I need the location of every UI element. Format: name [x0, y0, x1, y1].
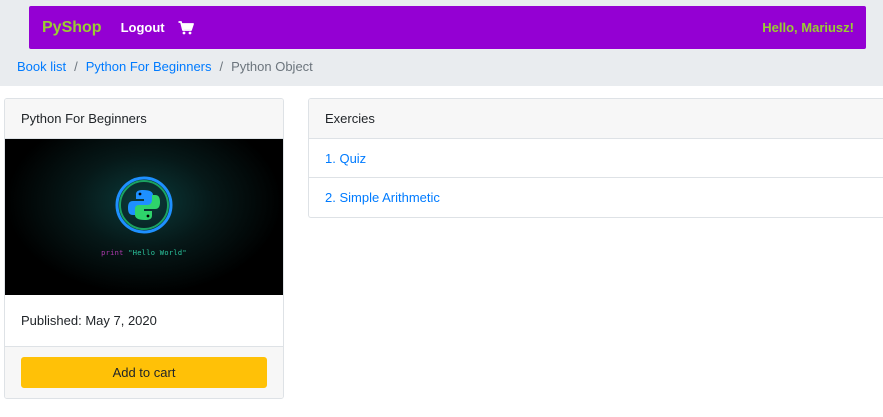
book-cover-image: print "Hello World" [5, 139, 283, 295]
exercise-link-simple-arithmetic[interactable]: 2. Simple Arithmetic [325, 190, 440, 205]
cover-code-text: print "Hello World" [5, 249, 283, 257]
logout-link[interactable]: Logout [121, 20, 165, 35]
list-item: 2. Simple Arithmetic [309, 178, 883, 217]
book-card: Python For Beginners print "Hello World"… [4, 98, 284, 399]
cover-code-string: "Hello World" [128, 249, 187, 257]
breadcrumb: Book list / Python For Beginners / Pytho… [17, 59, 313, 74]
breadcrumb-book[interactable]: Python For Beginners [86, 59, 212, 74]
exercises-card: Exercies 1. Quiz 2. Simple Arithmetic [308, 98, 883, 218]
cover-code-keyword: print [101, 249, 124, 257]
published-date: Published: May 7, 2020 [5, 295, 283, 347]
exercises-title: Exercies [309, 99, 883, 139]
add-to-cart-button[interactable]: Add to cart [21, 357, 267, 388]
breadcrumb-current: Python Object [231, 59, 313, 74]
cart-icon[interactable] [178, 20, 194, 35]
navbar: PyShop Logout Hello, Mariusz! [29, 6, 866, 49]
user-greeting: Hello, Mariusz! [762, 20, 854, 35]
breadcrumb-book-list[interactable]: Book list [17, 59, 66, 74]
exercise-link-quiz[interactable]: 1. Quiz [325, 151, 366, 166]
book-title: Python For Beginners [5, 99, 283, 139]
breadcrumb-separator: / [74, 59, 78, 74]
book-card-footer: Add to cart [5, 347, 283, 398]
breadcrumb-separator: / [219, 59, 224, 74]
brand-logo[interactable]: PyShop [42, 19, 102, 37]
list-item: 1. Quiz [309, 139, 883, 178]
python-logo-icon [115, 176, 173, 234]
